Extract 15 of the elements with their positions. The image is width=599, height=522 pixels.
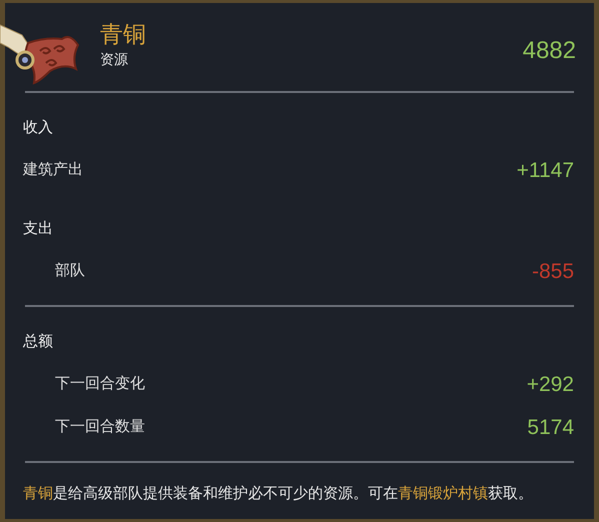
row-value: +1147 [516,158,574,184]
row-label: 下一回合变化 [55,374,145,394]
row-value: +292 [526,372,574,398]
description-text: 青铜是给高级部队提供装备和维护必不可少的资源。可在青铜锻炉村镇获取。 [22,484,534,504]
row-label: 建筑产出 [23,160,83,180]
row-label: 下一回合数量 [55,417,145,438]
resource-amount: 4882 [522,36,576,66]
resource-subtitle: 资源 [100,50,129,69]
section-heading: 支出 [22,219,54,239]
row-value: 5174 [527,414,574,441]
resource-title: 青铜 [100,20,146,49]
section-heading: 收入 [22,118,54,138]
row-label: 部队 [55,261,85,282]
row-value: -855 [532,258,574,285]
section-heading: 总额 [22,332,54,352]
